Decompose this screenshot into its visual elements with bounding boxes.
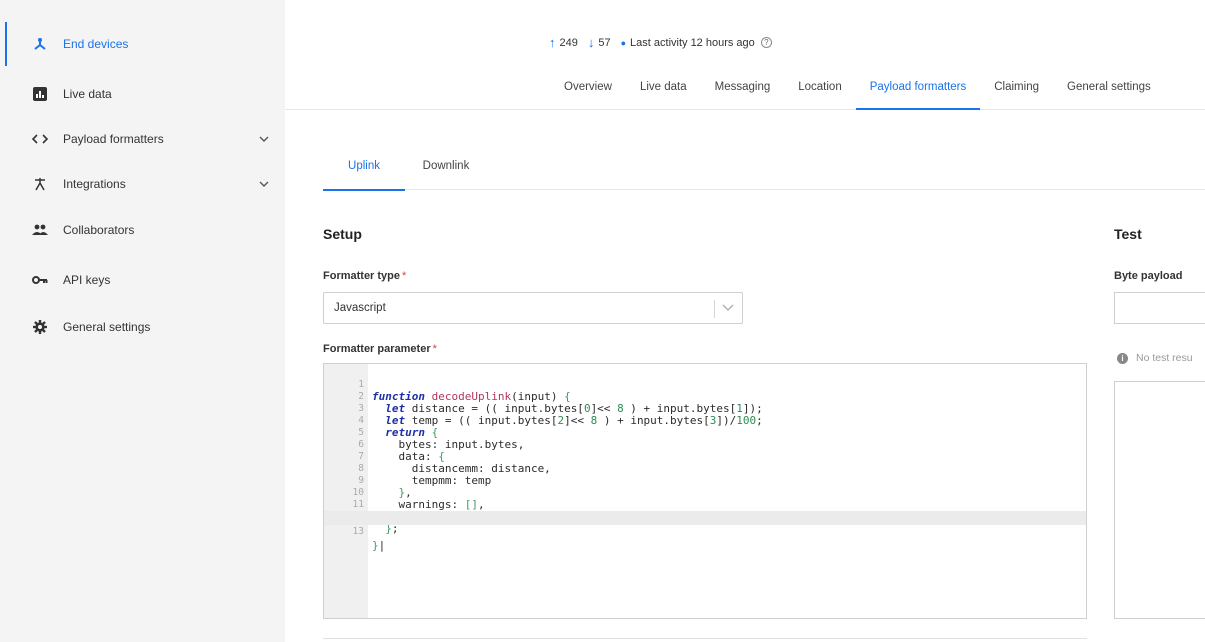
sidebar-item-label: Live data (63, 87, 112, 101)
tab-overview[interactable]: Overview (550, 74, 626, 110)
formatter-parameter-label-text: Formatter parameter (323, 343, 431, 355)
byte-payload-input[interactable] (1114, 292, 1205, 324)
test-result-box (1114, 381, 1205, 619)
info-icon: i (1117, 352, 1128, 364)
tab-payload-formatters[interactable]: Payload formatters (855, 74, 981, 110)
formatter-parameter-label: Formatter parameter * (323, 343, 437, 355)
code-line[interactable]: 4 return { (324, 403, 1086, 439)
code-line[interactable]: 2 let distance = (( input.bytes[0]<< 8 )… (324, 379, 1086, 415)
tab-general-settings[interactable]: General settings (1053, 74, 1165, 110)
status-dot-icon: ● (620, 37, 627, 48)
formatter-type-select[interactable]: Javascript (323, 292, 743, 324)
code-line[interactable]: 7 distancemm: distance, (324, 439, 1086, 475)
tab-messaging[interactable]: Messaging (701, 74, 785, 110)
sidebar-item-end-devices[interactable]: End devices (0, 22, 285, 66)
sidebar-item-integrations[interactable]: Integrations (0, 162, 285, 206)
code-line[interactable]: 12 }; (324, 499, 1086, 535)
tab-live-data[interactable]: Live data (626, 74, 701, 110)
live-data-icon (32, 86, 48, 102)
chevron-down-icon[interactable] (258, 133, 270, 145)
arrow-up-icon: ↑ (549, 35, 556, 50)
arrow-down-icon: ↓ (587, 35, 595, 50)
key-icon (32, 272, 48, 288)
sidebar: End devices Live data Payload formatters… (0, 0, 285, 642)
end-devices-icon (32, 36, 48, 52)
byte-payload-label: Byte payload (1114, 270, 1183, 282)
sidebar-item-label: End devices (63, 37, 129, 51)
gear-icon (32, 319, 48, 335)
code-line[interactable]: 10 warnings: [], (324, 475, 1086, 511)
help-icon[interactable]: ? (760, 37, 772, 48)
uplink-count: 249 (559, 36, 578, 49)
sidebar-item-label: Integrations (63, 177, 126, 191)
sidebar-item-label: General settings (63, 320, 151, 334)
device-tabs: Overview Live data Messaging Location Pa… (550, 74, 1165, 110)
tab-claiming[interactable]: Claiming (980, 74, 1053, 110)
formatter-type-value: Javascript (334, 302, 386, 314)
code-line-current[interactable]: 13 }| (324, 511, 1086, 552)
sidebar-item-api-keys[interactable]: API keys (0, 258, 285, 302)
tab-location[interactable]: Location (784, 74, 855, 110)
code-line[interactable]: 8 tempmm: temp (324, 451, 1086, 487)
tab-downlink[interactable]: Downlink (405, 150, 487, 190)
device-header: ↑ 249 ↓ 57 ● Last activity 12 hours ago … (285, 0, 1205, 110)
code-icon (32, 131, 48, 147)
sidebar-item-general-settings[interactable]: General settings (0, 305, 285, 349)
test-title: Test (1114, 226, 1142, 242)
code-editor[interactable]: 1 function decodeUplink(input) { 2 let d… (323, 363, 1087, 619)
code-line[interactable]: 9 }, (324, 463, 1086, 499)
collaborators-icon (32, 222, 48, 238)
formatter-type-label-text: Formatter type (323, 270, 401, 282)
sidebar-item-collaborators[interactable]: Collaborators (0, 208, 285, 252)
sidebar-item-payload-formatters[interactable]: Payload formatters (0, 117, 285, 161)
sidebar-item-label: Collaborators (63, 223, 135, 237)
code-line[interactable]: 11 errors: [] (324, 487, 1086, 523)
line-number: 13 (352, 526, 364, 537)
divider (323, 638, 1087, 639)
code-line[interactable]: 1 function decodeUplink(input) { (324, 367, 1086, 403)
setup-title: Setup (323, 226, 362, 242)
sidebar-item-label: Payload formatters (63, 132, 164, 146)
code-line[interactable]: 3 let temp = (( input.bytes[2]<< 8 ) + i… (324, 391, 1086, 427)
no-test-result: i No test resu (1117, 352, 1193, 364)
chevron-down-icon[interactable] (258, 178, 270, 190)
required-mark: * (402, 270, 407, 282)
chevron-down-icon[interactable] (722, 303, 736, 315)
code-line[interactable]: 6 data: { (324, 427, 1086, 463)
required-mark: * (432, 343, 437, 355)
traffic-stats: ↑ 249 ↓ 57 ● Last activity 12 hours ago … (549, 35, 772, 50)
code-text: }| (372, 539, 386, 552)
formatter-subtabs: Uplink Downlink (323, 150, 1205, 191)
last-activity: Last activity 12 hours ago (630, 36, 755, 49)
select-separator (714, 300, 715, 318)
integrations-icon (32, 176, 48, 192)
sidebar-item-label: API keys (63, 273, 111, 287)
tab-uplink[interactable]: Uplink (323, 150, 405, 191)
code-line[interactable]: 5 bytes: input.bytes, (324, 415, 1086, 451)
downlink-count: 57 (598, 36, 611, 49)
sidebar-item-live-data[interactable]: Live data (0, 72, 285, 116)
formatter-type-label: Formatter type * (323, 270, 406, 282)
no-test-result-text: No test resu (1136, 352, 1193, 364)
